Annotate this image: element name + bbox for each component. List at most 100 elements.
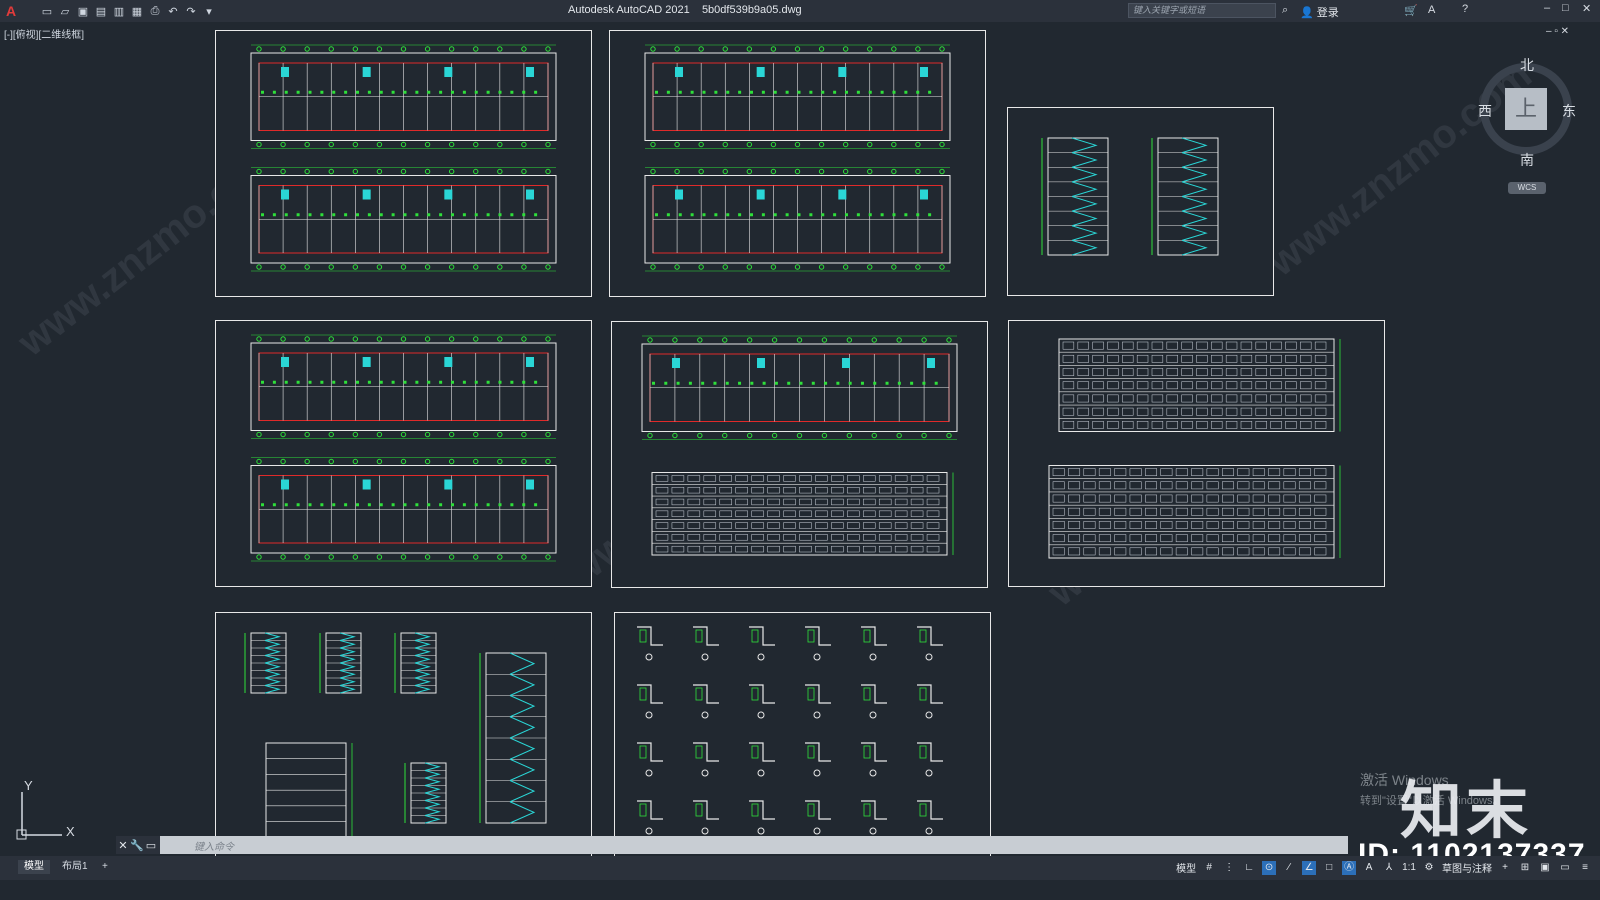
detail-drawing (637, 742, 663, 777)
watermark-logo: 知末 (1400, 777, 1533, 846)
help-icon[interactable]: ? (1462, 3, 1468, 15)
close-command-icon[interactable]: ✕ (116, 839, 130, 852)
floor-plan-drawing (250, 44, 557, 149)
sheet-elevations[interactable] (1008, 320, 1385, 587)
sheet-linework (637, 626, 943, 835)
customize-command-icon[interactable]: 🔧 (130, 839, 144, 852)
sheet-floor-plans-1[interactable] (215, 30, 592, 297)
command-line[interactable]: ✕ 🔧 ▭ 键入命令 (116, 836, 1348, 854)
detail-drawing (693, 626, 719, 661)
drawing-window-controls[interactable]: – ▫ ✕ (1546, 26, 1569, 37)
polar-tracking-icon[interactable]: ⊙ (1262, 860, 1277, 875)
sheet-linework (250, 334, 557, 562)
save-as-icon[interactable]: ▤ (94, 4, 108, 18)
sheet-linework (250, 44, 557, 272)
autocad-logo-icon[interactable]: A (4, 3, 18, 19)
elevation-drawing (1048, 465, 1341, 559)
detail-drawing (749, 626, 775, 661)
ortho-icon[interactable]: ∟ (1242, 861, 1256, 875)
customization-menu-icon[interactable]: ≡ (1578, 861, 1592, 875)
detail-drawing (861, 800, 887, 835)
elevation-drawing (651, 472, 954, 556)
viewcube-top-face[interactable]: 上 (1505, 88, 1547, 130)
floor-plan-drawing (644, 44, 951, 149)
sheet-node-details[interactable] (614, 612, 991, 874)
clean-screen-icon[interactable]: ▭ (1558, 861, 1572, 875)
publish-icon[interactable]: ▥ (112, 4, 126, 18)
cart-icon[interactable]: 🛒 (1404, 4, 1418, 17)
autoscale-icon[interactable]: A (1362, 861, 1376, 875)
command-input[interactable]: 键入命令 (194, 838, 234, 853)
wcs-menu[interactable]: WCS (1508, 182, 1546, 194)
open-file-icon[interactable]: ▱ (58, 4, 72, 18)
snap-icon[interactable]: ⋮ (1222, 861, 1236, 875)
sheet-sections[interactable] (1007, 107, 1274, 296)
tab-model[interactable]: 模型 (18, 860, 50, 874)
sheet-linework (244, 632, 547, 854)
command-history-icon[interactable]: ▭ (144, 839, 158, 852)
customize-quick-access-icon[interactable]: ▾ (202, 4, 216, 18)
close-icon[interactable]: ✕ (1582, 2, 1591, 15)
ucs-y-label: Y (24, 778, 33, 793)
units-icon[interactable]: ⊞ (1518, 861, 1532, 875)
model-space-button[interactable]: 模型 (1176, 860, 1196, 875)
viewcube[interactable]: 上 北 南 西 东 WCS (1478, 55, 1578, 205)
detail-drawing (693, 684, 719, 719)
user-icon: 👤 (1300, 7, 1314, 19)
viewport-label[interactable]: [-][俯视][二维线框] (4, 26, 84, 41)
print-icon[interactable]: ⎙ (148, 4, 162, 18)
section-drawing (1041, 137, 1109, 256)
compass-north[interactable]: 北 (1520, 55, 1534, 75)
annotation-visibility-icon[interactable]: Ⓐ (1342, 860, 1357, 875)
detail-drawing (749, 800, 775, 835)
login-button[interactable]: 👤 登录 (1300, 4, 1339, 20)
detail-drawing (917, 626, 943, 661)
floor-plan-drawing (250, 167, 557, 272)
section-drawing (394, 632, 437, 694)
maximize-icon[interactable]: □ (1562, 2, 1569, 14)
compass-east[interactable]: 东 (1562, 101, 1576, 121)
sheet-floor-plans-2[interactable] (609, 30, 986, 297)
section-drawing (244, 632, 287, 694)
add-layout-button[interactable]: + (96, 860, 114, 874)
detail-drawing (917, 800, 943, 835)
search-input[interactable]: 键入关键字或短语 (1128, 3, 1276, 18)
workspace-switch[interactable]: 草图与注释 (1442, 860, 1492, 875)
annotation-scale-value[interactable]: 1:1 (1402, 862, 1416, 873)
search-icon[interactable]: ⌕ (1282, 4, 1288, 17)
plot-preview-icon[interactable]: ▦ (130, 4, 144, 18)
sheet-floor-plans-3[interactable] (215, 320, 592, 587)
detail-drawing (637, 800, 663, 835)
autodesk-app-icon[interactable]: A (1428, 4, 1435, 16)
hardware-acceleration-icon[interactable]: ▣ (1538, 861, 1552, 875)
workspace-gear-icon[interactable]: ⚙ (1422, 861, 1436, 875)
new-file-icon[interactable]: ▭ (40, 4, 54, 18)
annotation-monitor-icon[interactable]: + (1498, 861, 1512, 875)
sheet-linework (1048, 338, 1341, 559)
object-snap-icon[interactable]: □ (1322, 861, 1336, 875)
annotation-scale-icon[interactable]: ⅄ (1382, 861, 1396, 875)
ucs-icon: Y X (12, 778, 82, 850)
redo-icon[interactable]: ↷ (184, 4, 198, 18)
sheet-roof-plans[interactable] (611, 321, 988, 588)
compass-south[interactable]: 南 (1520, 150, 1534, 170)
detail-drawing (805, 626, 831, 661)
minimize-icon[interactable]: – (1544, 2, 1550, 14)
detail-drawing (749, 684, 775, 719)
grid-icon[interactable]: # (1202, 861, 1216, 875)
undo-icon[interactable]: ↶ (166, 4, 180, 18)
window-title: Autodesk AutoCAD 2021 5b0df539b9a05.dwg (568, 4, 802, 16)
detail-drawing (861, 684, 887, 719)
detail-drawing (917, 684, 943, 719)
detail-drawing (805, 742, 831, 777)
isodraft-icon[interactable]: ∕ (1282, 861, 1296, 875)
floor-plan-drawing (641, 335, 958, 440)
compass-west[interactable]: 西 (1478, 101, 1492, 121)
status-toggles: 模型 # ⋮ ∟ ⊙ ∕ ∠ □ Ⓐ A ⅄ 1:1 ⚙ 草图与注释 + ⊞ ▣… (1176, 860, 1592, 875)
tab-layout1[interactable]: 布局1 (56, 860, 94, 874)
sheet-stair-details[interactable] (215, 612, 592, 874)
save-icon[interactable]: ▣ (76, 4, 90, 18)
sheet-linework (641, 335, 958, 556)
object-snap-tracking-icon[interactable]: ∠ (1302, 860, 1317, 875)
detail-drawing (805, 800, 831, 835)
